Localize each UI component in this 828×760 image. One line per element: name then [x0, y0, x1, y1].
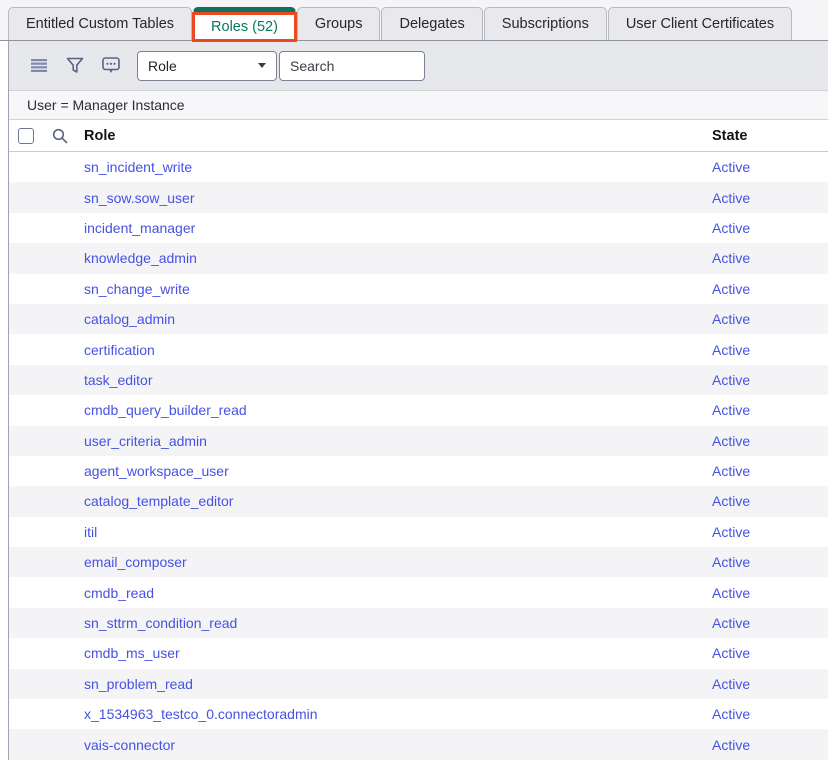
tab-label: Delegates	[399, 16, 464, 32]
table-row: incident_manager Active	[9, 213, 828, 243]
tab-label: Entitled Custom Tables	[26, 16, 174, 32]
tab-delegates[interactable]: Delegates	[381, 7, 482, 40]
state-link[interactable]: Active	[712, 274, 750, 304]
state-link[interactable]: Active	[712, 213, 750, 243]
breadcrumb-text: User = Manager Instance	[27, 97, 185, 113]
table-row: email_composer Active	[9, 547, 828, 577]
state-link[interactable]: Active	[712, 486, 750, 516]
table-row: certification Active	[9, 334, 828, 364]
search-icon	[52, 128, 68, 144]
table-row: cmdb_ms_user Active	[9, 638, 828, 668]
table-row: cmdb_read Active	[9, 577, 828, 607]
table-row: cmdb_query_builder_read Active	[9, 395, 828, 425]
role-link[interactable]: sn_incident_write	[84, 152, 192, 182]
state-link[interactable]: Active	[712, 426, 750, 456]
state-link[interactable]: Active	[712, 243, 750, 273]
tab-user-client-certificates[interactable]: User Client Certificates	[608, 7, 792, 40]
list-menu-button[interactable]	[21, 51, 57, 81]
list-toolbar: Role	[9, 41, 828, 90]
state-link[interactable]: Active	[712, 608, 750, 638]
state-link[interactable]: Active	[712, 669, 750, 699]
state-link[interactable]: Active	[712, 577, 750, 607]
tab-entitled-custom-tables[interactable]: Entitled Custom Tables	[8, 7, 192, 40]
filter-icon	[66, 57, 84, 74]
column-header-role[interactable]: Role	[84, 120, 115, 152]
role-link[interactable]: task_editor	[84, 365, 152, 395]
column-header-state[interactable]: State	[712, 120, 747, 152]
state-link[interactable]: Active	[712, 517, 750, 547]
role-link[interactable]: agent_workspace_user	[84, 456, 229, 486]
role-link[interactable]: incident_manager	[84, 213, 195, 243]
tab-roles[interactable]: Roles (52)	[193, 7, 296, 40]
tab-label: User Client Certificates	[626, 16, 774, 32]
chat-bubble-button[interactable]	[93, 51, 129, 81]
role-link[interactable]: certification	[84, 334, 155, 364]
tab-label: Roles (52)	[211, 19, 278, 35]
state-link[interactable]: Active	[712, 395, 750, 425]
table-header: Role State	[9, 120, 828, 152]
table-row: catalog_admin Active	[9, 304, 828, 334]
table-row: sn_sow.sow_user Active	[9, 182, 828, 212]
state-link[interactable]: Active	[712, 365, 750, 395]
table-row: knowledge_admin Active	[9, 243, 828, 273]
table-row: sn_change_write Active	[9, 274, 828, 304]
search-input[interactable]	[279, 51, 425, 81]
table-row: sn_sttrm_condition_read Active	[9, 608, 828, 638]
state-link[interactable]: Active	[712, 456, 750, 486]
column-search-toggle[interactable]	[52, 128, 68, 149]
role-link[interactable]: cmdb_query_builder_read	[84, 395, 247, 425]
role-link[interactable]: user_criteria_admin	[84, 426, 207, 456]
role-link[interactable]: sn_change_write	[84, 274, 190, 304]
table-row: catalog_template_editor Active	[9, 486, 828, 516]
table-row: x_1534963_testco_0.connectoradmin Active	[9, 699, 828, 729]
tab-label: Subscriptions	[502, 16, 589, 32]
list-menu-icon	[31, 59, 47, 72]
role-link[interactable]: cmdb_ms_user	[84, 638, 180, 668]
state-link[interactable]: Active	[712, 729, 750, 759]
filter-button[interactable]	[57, 51, 93, 81]
state-link[interactable]: Active	[712, 638, 750, 668]
table-row: vais-connector Active	[9, 729, 828, 759]
state-link[interactable]: Active	[712, 182, 750, 212]
tab-strip: Entitled Custom Tables Roles (52) Groups…	[0, 0, 828, 41]
table-body: sn_incident_write Active sn_sow.sow_user Ac…	[9, 152, 828, 760]
table-row: user_criteria_admin Active	[9, 426, 828, 456]
role-link[interactable]: catalog_admin	[84, 304, 175, 334]
state-link[interactable]: Active	[712, 334, 750, 364]
chevron-down-icon	[258, 63, 266, 68]
chat-bubble-icon	[102, 57, 120, 74]
role-link[interactable]: x_1534963_testco_0.connectoradmin	[84, 699, 318, 729]
state-link[interactable]: Active	[712, 699, 750, 729]
table-row: sn_incident_write Active	[9, 152, 828, 182]
role-link[interactable]: knowledge_admin	[84, 243, 197, 273]
role-link[interactable]: sn_sow.sow_user	[84, 182, 195, 212]
tab-subscriptions[interactable]: Subscriptions	[484, 7, 607, 40]
state-link[interactable]: Active	[712, 547, 750, 577]
role-link[interactable]: catalog_template_editor	[84, 486, 233, 516]
role-link[interactable]: sn_sttrm_condition_read	[84, 608, 237, 638]
role-link[interactable]: vais-connector	[84, 729, 175, 759]
select-all-checkbox[interactable]	[18, 128, 34, 144]
role-link[interactable]: itil	[84, 517, 97, 547]
breadcrumb[interactable]: User = Manager Instance	[9, 90, 828, 120]
roles-list-panel: Role User = Manager Instance Role State …	[8, 41, 828, 760]
search-field-selector[interactable]: Role	[137, 51, 277, 81]
table-row: agent_workspace_user Active	[9, 456, 828, 486]
table-row: itil Active	[9, 517, 828, 547]
role-link[interactable]: cmdb_read	[84, 577, 154, 607]
tab-groups[interactable]: Groups	[297, 7, 381, 40]
table-row: task_editor Active	[9, 365, 828, 395]
role-link[interactable]: email_composer	[84, 547, 187, 577]
tab-label: Groups	[315, 16, 363, 32]
role-link[interactable]: sn_problem_read	[84, 669, 193, 699]
state-link[interactable]: Active	[712, 304, 750, 334]
search-field-value: Role	[148, 58, 177, 74]
table-row: sn_problem_read Active	[9, 669, 828, 699]
state-link[interactable]: Active	[712, 152, 750, 182]
